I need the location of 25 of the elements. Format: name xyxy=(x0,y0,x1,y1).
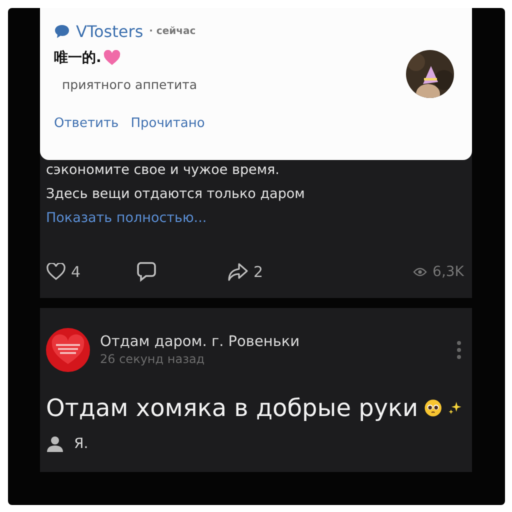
notification-action[interactable]: Ответить xyxy=(54,116,119,131)
comment-icon[interactable] xyxy=(134,261,157,283)
like-button[interactable]: 4 xyxy=(46,263,81,281)
signer-name: Я. xyxy=(74,436,88,452)
share-icon xyxy=(226,262,249,282)
person-icon xyxy=(46,436,64,452)
notification-title: 唯一的. xyxy=(54,49,102,67)
notification-time: · сейчас xyxy=(149,26,196,37)
heart-icon xyxy=(103,50,122,66)
post-time: 26 секунд назад xyxy=(100,352,206,366)
heart-icon xyxy=(46,263,66,281)
more-icon[interactable] xyxy=(456,340,462,360)
group-name[interactable]: Отдам даром. г. Ровеньки xyxy=(100,334,446,350)
app-name: VTosters xyxy=(76,22,144,41)
notification[interactable]: VTosters · сейчас 唯一的. приятного аппетита Ответить Прочитано xyxy=(40,8,472,160)
post-text: сэкономите свое и чужое время. xyxy=(46,161,280,180)
chat-bubble-icon xyxy=(54,24,70,39)
eye-icon xyxy=(412,267,427,277)
show-more-link[interactable]: Показать полностью... xyxy=(46,206,207,230)
notification-action[interactable]: Прочитано xyxy=(130,116,205,131)
post-text: Здесь вещи отдаются только даром xyxy=(46,185,306,204)
share-button[interactable]: 2 xyxy=(226,262,264,282)
post-text: Отдам хомяка в добрые руки xyxy=(46,394,418,422)
view-count: 6,3K xyxy=(412,264,464,280)
notification-message: приятного аппетита xyxy=(62,77,198,92)
